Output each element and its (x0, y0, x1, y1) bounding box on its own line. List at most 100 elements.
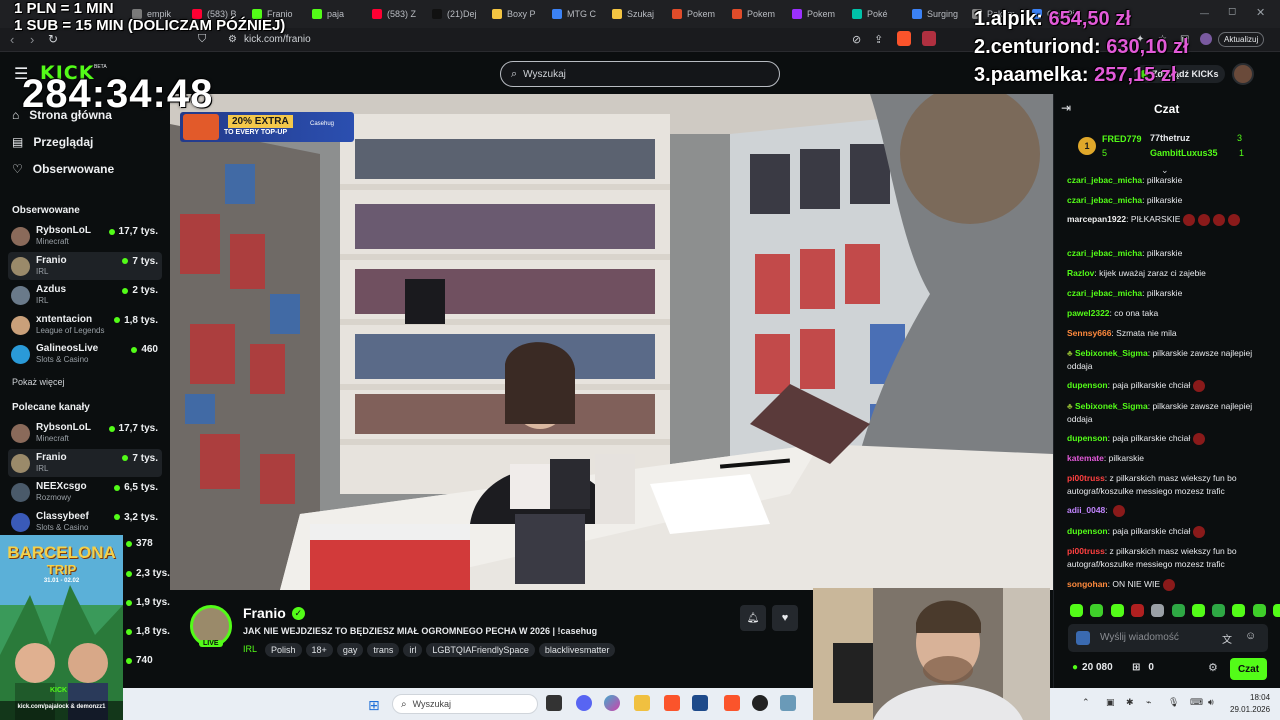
chat-username[interactable]: pawel2322 (1067, 308, 1110, 318)
share-icon[interactable]: ⇪ (874, 33, 883, 46)
chat-settings-icon[interactable]: ⚙ (1208, 661, 1218, 674)
discord-icon[interactable] (576, 695, 592, 711)
channel-name[interactable]: Franio (243, 605, 286, 621)
chat-username[interactable]: czari_jebac_micha (1067, 175, 1142, 185)
chat-username[interactable]: Sebixonek_Sigma (1075, 348, 1148, 358)
task-view-icon[interactable] (546, 695, 562, 711)
chat-username[interactable]: dupenson (1067, 433, 1108, 443)
video-player[interactable] (170, 94, 1053, 590)
site-info-icon[interactable]: ⚙ (228, 34, 237, 45)
category-link[interactable]: IRL (243, 644, 257, 654)
update-browser-button[interactable]: Aktualizuj (1218, 32, 1265, 47)
browser-tab[interactable]: Pokem (792, 4, 848, 24)
brave-beta-icon[interactable] (724, 695, 740, 711)
tray-chevron-icon[interactable]: ⌃ (1082, 697, 1090, 708)
minimize-icon[interactable]: — (1200, 8, 1209, 18)
chat-username[interactable]: czari_jebac_micha (1067, 195, 1142, 205)
tray-mic-icon[interactable]: 🎙︎ (1168, 697, 1179, 708)
forward-icon[interactable]: › (30, 32, 34, 47)
chat-username[interactable]: pi00truss (1067, 473, 1105, 483)
back-icon[interactable]: ‹ (10, 32, 14, 47)
reload-icon[interactable]: ↻ (48, 32, 58, 46)
emote-icon[interactable] (1110, 604, 1124, 617)
browser-tab[interactable]: Surging (912, 4, 968, 24)
send-chat-button[interactable]: Czat (1230, 658, 1267, 680)
nav-following[interactable]: ♡ Obserwowane (12, 162, 114, 176)
emote-icon[interactable] (1130, 604, 1144, 617)
camera-off-icon[interactable]: ⊘ (852, 33, 861, 46)
start-icon[interactable]: ⊞ (368, 697, 380, 714)
explorer-icon[interactable] (634, 695, 650, 711)
translate-icon[interactable]: 文 (1222, 631, 1232, 646)
emote-icon[interactable] (1070, 604, 1083, 617)
chat-username[interactable]: Sennsy666 (1067, 328, 1111, 338)
taskbar-search[interactable]: ⌕ Wyszukaj (392, 694, 538, 714)
emote-icon[interactable] (1151, 604, 1165, 617)
browser-tab[interactable]: Boxy P (492, 4, 548, 24)
chat-username[interactable]: marcepan1922 (1067, 214, 1126, 224)
tray-network-icon[interactable]: ⌨ (1190, 697, 1203, 708)
tray-volume-icon[interactable]: 🔊︎ (1208, 697, 1214, 708)
browser-tab[interactable]: (21)Dej (432, 4, 488, 24)
chat-username[interactable]: songohan (1067, 579, 1108, 589)
top-gifter-3-name[interactable]: GambitLuxus35 (1150, 148, 1218, 158)
emote-icon[interactable] (1273, 604, 1280, 617)
app-icon[interactable] (692, 695, 708, 711)
rewards-icon[interactable] (922, 31, 936, 46)
browser-tab[interactable]: (583) Z (372, 4, 428, 24)
collapse-chat-icon[interactable]: ⇥ (1061, 101, 1071, 115)
chat-username[interactable]: dupenson (1067, 526, 1108, 536)
tray-usb-icon[interactable]: ⌁ (1146, 697, 1151, 708)
stream-tag[interactable]: Polish (265, 643, 302, 657)
sidebar-channel[interactable]: RybsonLoL Minecraft 17,7 tys. (8, 222, 162, 250)
browser-tab[interactable]: Szukaj (612, 4, 668, 24)
app2-icon[interactable] (780, 695, 796, 711)
browser-tab[interactable]: Poké (852, 4, 908, 24)
browser-tab[interactable]: Pokem (672, 4, 728, 24)
chat-username[interactable]: Razlov (1067, 268, 1094, 278)
brave-icon[interactable] (664, 695, 680, 711)
emote-icon[interactable] (1252, 604, 1266, 617)
stream-tag[interactable]: gay (336, 643, 364, 657)
chat-username[interactable]: adii_0048 (1067, 505, 1105, 515)
stream-tag[interactable]: irl (403, 643, 423, 657)
follow-heart-icon[interactable]: ♥ (772, 605, 798, 631)
chat-username[interactable]: Sebixonek_Sigma (1075, 401, 1148, 411)
stream-tag[interactable]: blacklivesmatter (538, 643, 616, 657)
browser-tab[interactable]: Pokem (732, 4, 788, 24)
close-window-icon[interactable]: ✕ (1256, 6, 1265, 19)
chat-username[interactable]: pi00truss (1067, 546, 1105, 556)
chat-username[interactable]: katemate (1067, 453, 1104, 463)
top-gifter-1-name[interactable]: FRED779 (1102, 134, 1142, 144)
sidebar-channel[interactable]: Classybeef Slots & Casino 3,2 tys. (8, 508, 162, 536)
show-more-link[interactable]: Pokaż więcej (12, 377, 65, 387)
chat-username[interactable]: czari_jebac_micha (1067, 288, 1142, 298)
clock-date[interactable]: 29.01.2026 (1230, 705, 1270, 714)
emote-icon[interactable] (1191, 604, 1205, 617)
chat-username[interactable]: dupenson (1067, 380, 1108, 390)
sidebar-channel[interactable]: xntentacion League of Legends 1,8 tys. (8, 311, 162, 339)
profile-avatar[interactable] (1200, 33, 1212, 45)
tray-app-icon[interactable]: ▣ (1106, 697, 1115, 708)
emote-icon[interactable] (1171, 604, 1185, 617)
search-input[interactable]: ⌕ Wyszukaj (500, 61, 780, 87)
obs-icon[interactable] (752, 695, 768, 711)
brave-shield-icon[interactable] (897, 31, 911, 46)
user-avatar[interactable] (1232, 63, 1254, 85)
sidebar-channel[interactable]: Azdus IRL 2 tys. (8, 281, 162, 309)
emote-icon[interactable] (1090, 604, 1104, 617)
sidebar-channel[interactable]: NEEXcsgo Rozmowy 6,5 tys. (8, 478, 162, 506)
tray-bluetooth-icon[interactable]: ✱ (1126, 697, 1134, 708)
sidebar-channel[interactable]: Franio IRL 7 tys. (8, 251, 162, 280)
emote-icon[interactable] (1212, 604, 1226, 617)
copilot-icon[interactable] (604, 695, 620, 711)
chat-username[interactable]: czari_jebac_micha (1067, 248, 1142, 258)
drops[interactable]: ⊞ 0 (1132, 662, 1154, 673)
browser-tab[interactable]: paja (312, 4, 368, 24)
stream-tag[interactable]: trans (367, 643, 400, 657)
stream-tag[interactable]: 18+ (305, 643, 333, 657)
sidebar-channel[interactable]: RybsonLoL Minecraft 17,7 tys. (8, 419, 162, 447)
sidebar-channel[interactable]: Franio IRL 7 tys. (8, 448, 162, 477)
browser-tab[interactable]: MTG C (552, 4, 608, 24)
emote-icon[interactable] (1232, 604, 1246, 617)
